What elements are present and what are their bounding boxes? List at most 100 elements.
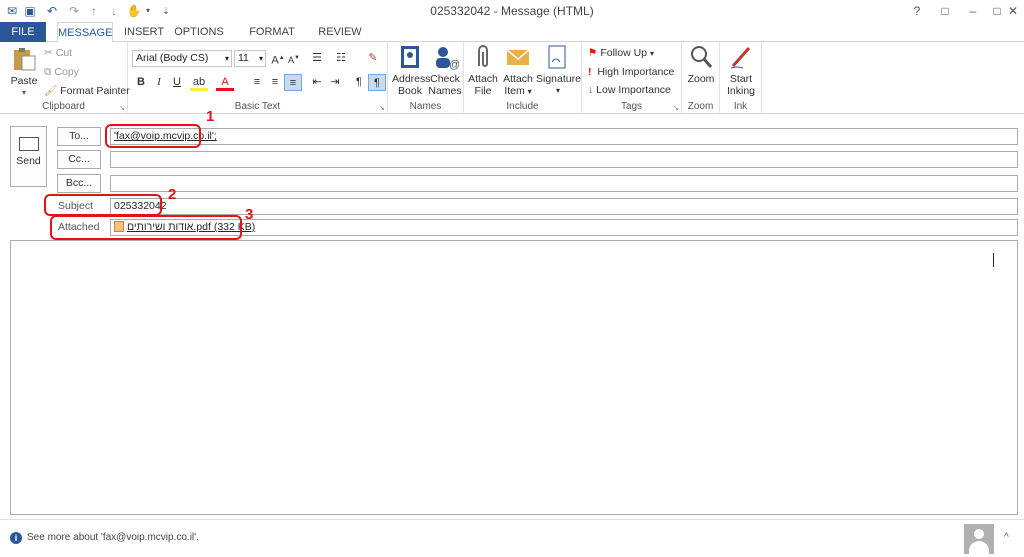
names-group-label: Names bbox=[409, 101, 442, 112]
bcc-button[interactable]: Bcc... bbox=[57, 174, 101, 193]
dialog-launcher-icon[interactable]: ↘ bbox=[119, 104, 125, 112]
chevron-down-icon: ▾ bbox=[258, 54, 263, 63]
attach-file-line1: Attach bbox=[468, 73, 498, 85]
info-icon: i bbox=[10, 532, 22, 544]
start-inking-button[interactable]: Start Inking bbox=[722, 44, 760, 97]
include-group-label: Include bbox=[506, 101, 539, 112]
tab-message[interactable]: MESSAGE bbox=[57, 22, 113, 43]
to-button[interactable]: To... bbox=[57, 127, 101, 146]
highlight-icon[interactable]: ab bbox=[190, 74, 208, 91]
attach-file-button[interactable]: Attach File bbox=[466, 44, 500, 97]
dialog-launcher-icon[interactable]: ↘ bbox=[379, 104, 385, 112]
basic-text-group-label: Basic Text bbox=[234, 101, 281, 112]
tab-file[interactable]: FILE bbox=[0, 22, 46, 42]
chevron-up-icon[interactable]: ^ bbox=[1004, 532, 1009, 543]
zoom-group: Zoom Zoom bbox=[682, 42, 720, 114]
send-button[interactable]: Send bbox=[10, 126, 47, 187]
to-field[interactable]: 'fax@voip.mcvip.co.il'; bbox=[110, 128, 1018, 145]
minimize-button[interactable]: – bbox=[960, 2, 986, 20]
window-title: 025332042 - Message (HTML) bbox=[430, 4, 594, 18]
scissors-icon: ✂ bbox=[44, 47, 53, 59]
clipboard-group: Paste ▾ ✂ Cut ⧉ Copy 🖌 Format Painter Cl… bbox=[0, 42, 130, 114]
address-book-line1: Address bbox=[392, 73, 431, 85]
chevron-down-icon: ▾ bbox=[649, 49, 654, 58]
annotation-box-2 bbox=[44, 194, 162, 216]
italic-icon[interactable]: I bbox=[150, 74, 168, 91]
tab-options[interactable]: OPTIONS bbox=[174, 22, 224, 42]
avatar[interactable] bbox=[964, 524, 994, 554]
align-left-icon[interactable]: ≡ bbox=[248, 74, 266, 91]
people-pane-text[interactable]: See more about 'fax@voip.mcvip.co.il'. bbox=[27, 532, 199, 543]
numbering-icon[interactable]: ☷ bbox=[332, 50, 350, 67]
avatar-head bbox=[974, 529, 984, 539]
address-book-button[interactable]: Address Book bbox=[392, 44, 431, 97]
increase-indent-icon[interactable]: ⇥ bbox=[326, 74, 344, 91]
annotation-box-3 bbox=[50, 215, 242, 240]
close-button[interactable]: ✕ bbox=[1000, 2, 1024, 20]
attach-item-line2: Item ▾ bbox=[500, 85, 536, 98]
copy-button[interactable]: ⧉ Copy bbox=[44, 66, 79, 79]
ribbon: Paste ▾ ✂ Cut ⧉ Copy 🖌 Format Painter Cl… bbox=[0, 42, 1024, 114]
font-size-value: 11 bbox=[238, 52, 249, 64]
send-envelope-icon bbox=[18, 137, 39, 151]
shrink-font-icon[interactable]: A▼ bbox=[285, 50, 303, 67]
format-painter-button[interactable]: 🖌 Format Painter bbox=[44, 84, 130, 97]
ink-group: Start Inking Ink bbox=[720, 42, 762, 114]
low-importance-label: Low Importance bbox=[596, 84, 671, 96]
ltr-icon[interactable]: ¶ bbox=[350, 74, 368, 91]
dialog-launcher-icon[interactable]: ↘ bbox=[673, 104, 679, 112]
address-book-line2: Book bbox=[398, 85, 422, 97]
tab-format-text[interactable]: FORMAT TEXT bbox=[236, 22, 308, 58]
ribbon-display-button[interactable]: □ bbox=[932, 2, 958, 20]
send-label: Send bbox=[16, 155, 41, 167]
clear-formatting-icon[interactable]: ✎ bbox=[364, 50, 382, 67]
title-bar: ✉ ▣ ↶ ↷ ↑ ↓ ✋ ▾ ⇣ 025332042 - Message (H… bbox=[0, 0, 1024, 22]
ink-group-label: Ink bbox=[733, 101, 748, 112]
font-name-select[interactable]: Arial (Body CS) ▾ bbox=[132, 50, 232, 67]
low-importance-button[interactable]: ↓ Low Importance bbox=[588, 84, 671, 96]
bcc-field[interactable] bbox=[110, 175, 1018, 192]
zoom-label: Zoom bbox=[687, 73, 715, 85]
cc-button[interactable]: Cc... bbox=[57, 150, 101, 169]
cut-button[interactable]: ✂ Cut bbox=[44, 47, 72, 59]
follow-up-button[interactable]: ⚑ Follow Up ▾ bbox=[588, 47, 654, 59]
help-button[interactable]: ? bbox=[904, 2, 930, 20]
chevron-down-icon: ▾ bbox=[224, 54, 229, 63]
check-names-button[interactable]: @ Check Names bbox=[428, 44, 462, 97]
copy-icon: ⧉ bbox=[44, 66, 52, 78]
tags-group: ⚑ Follow Up ▾ ! High Importance ↓ Low Im… bbox=[582, 42, 682, 114]
high-importance-label: High Importance bbox=[597, 66, 675, 78]
align-right-icon[interactable]: ≡ bbox=[284, 74, 302, 91]
cc-field[interactable] bbox=[110, 151, 1018, 168]
start-inking-line2: Inking bbox=[726, 85, 756, 97]
font-color-icon[interactable]: A bbox=[216, 74, 234, 91]
people-pane-bar: i See more about 'fax@voip.mcvip.co.il'.… bbox=[0, 519, 1024, 557]
decrease-indent-icon[interactable]: ⇤ bbox=[308, 74, 326, 91]
cut-label: Cut bbox=[55, 47, 73, 59]
paste-icon bbox=[14, 48, 36, 71]
underline-icon[interactable]: U bbox=[168, 74, 186, 91]
message-body[interactable] bbox=[10, 240, 1018, 515]
signature-button[interactable]: Signature ▾ bbox=[536, 44, 581, 97]
down-arrow-icon: ↓ bbox=[588, 84, 594, 96]
align-center-icon[interactable]: ≡ bbox=[266, 74, 284, 91]
paste-dropdown-icon[interactable]: ▾ bbox=[6, 87, 42, 99]
bold-icon[interactable]: B bbox=[132, 74, 150, 91]
ribbon-tabs: FILE MESSAGE INSERT OPTIONS FORMAT TEXT … bbox=[0, 22, 1024, 58]
tab-review[interactable]: REVIEW bbox=[318, 22, 362, 42]
attach-item-line1: Attach bbox=[503, 73, 533, 85]
clipboard-group-label: Clipboard bbox=[42, 101, 85, 112]
zoom-button[interactable]: Zoom bbox=[684, 44, 718, 85]
annotation-box-1 bbox=[105, 124, 201, 148]
include-group: Attach File Attach Item ▾ Signature ▾ In… bbox=[464, 42, 582, 114]
attach-item-button[interactable]: Attach Item ▾ bbox=[500, 44, 536, 98]
font-size-select[interactable]: 11 ▾ bbox=[234, 50, 266, 67]
svg-text:@: @ bbox=[449, 59, 459, 70]
high-importance-button[interactable]: ! High Importance bbox=[588, 66, 674, 78]
bullets-icon[interactable]: ☰ bbox=[308, 50, 326, 67]
paste-button[interactable]: Paste ▾ bbox=[6, 46, 42, 99]
annotation-number-1: 1 bbox=[206, 108, 215, 125]
tab-insert[interactable]: INSERT bbox=[124, 22, 164, 42]
rtl-icon[interactable]: ¶ bbox=[368, 74, 386, 91]
paperclip-icon bbox=[478, 45, 488, 67]
